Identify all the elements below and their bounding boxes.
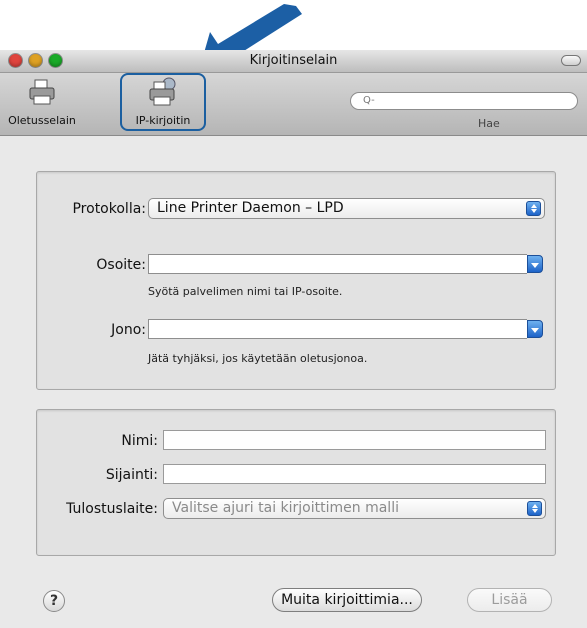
queue-input[interactable]	[148, 319, 527, 339]
name-label: Nimi:	[121, 433, 158, 449]
search-input[interactable]: Q-	[350, 92, 578, 110]
default-browser-label: Oletusselain	[8, 114, 76, 127]
protocol-value: Line Printer Daemon – LPD	[157, 200, 344, 216]
printer-icon	[29, 79, 55, 105]
print-using-select[interactable]: Valitse ajuri tai kirjoittimen malli	[163, 498, 546, 519]
queue-dropdown-button[interactable]	[527, 320, 543, 338]
add-button[interactable]: Lisää	[467, 588, 552, 612]
more-printers-button[interactable]: Muita kirjoittimia...	[272, 588, 422, 612]
help-button[interactable]: ?	[43, 590, 65, 612]
printer-info-panel: Nimi: Sijainti: Tulostuslaite: Valitse a…	[36, 409, 556, 556]
address-input[interactable]	[148, 254, 527, 274]
address-dropdown-button[interactable]	[527, 255, 543, 273]
name-field[interactable]	[163, 430, 546, 450]
queue-label: Jono:	[111, 322, 146, 338]
title-bar: Kirjoitinselain	[0, 50, 587, 73]
toolbar: Oletusselain IP-kirjoitin Q- Hae	[0, 73, 587, 136]
protocol-label: Protokolla:	[72, 201, 146, 217]
protocol-select[interactable]: Line Printer Daemon – LPD	[148, 198, 545, 219]
ip-printer-label: IP-kirjoitin	[135, 114, 191, 127]
ip-printer-icon	[149, 77, 176, 106]
address-label: Osoite:	[96, 257, 146, 273]
queue-hint: Jätä tyhjäksi, jos käytetään oletusjonoa…	[148, 352, 368, 365]
location-label: Sijainti:	[105, 467, 158, 483]
printer-browser-window: Kirjoitinselain Oletusselain IP-kirjoiti…	[0, 50, 587, 628]
print-using-label: Tulostuslaite:	[66, 501, 158, 517]
tab-ip-printer[interactable]: IP-kirjoitin	[120, 73, 206, 131]
select-arrows-icon	[527, 501, 542, 516]
toolbar-toggle-button[interactable]	[561, 55, 581, 66]
connection-panel: Protokolla: Line Printer Daemon – LPD Os…	[36, 171, 556, 390]
select-arrows-icon	[526, 201, 541, 216]
address-hint: Syötä palvelimen nimi tai IP-osoite.	[148, 285, 343, 298]
window-title: Kirjoitinselain	[249, 53, 338, 68]
search-label: Hae	[478, 117, 500, 130]
location-field[interactable]	[163, 464, 546, 484]
tab-default-browser[interactable]: Oletusselain	[6, 75, 78, 133]
print-using-value: Valitse ajuri tai kirjoittimen malli	[172, 500, 399, 516]
